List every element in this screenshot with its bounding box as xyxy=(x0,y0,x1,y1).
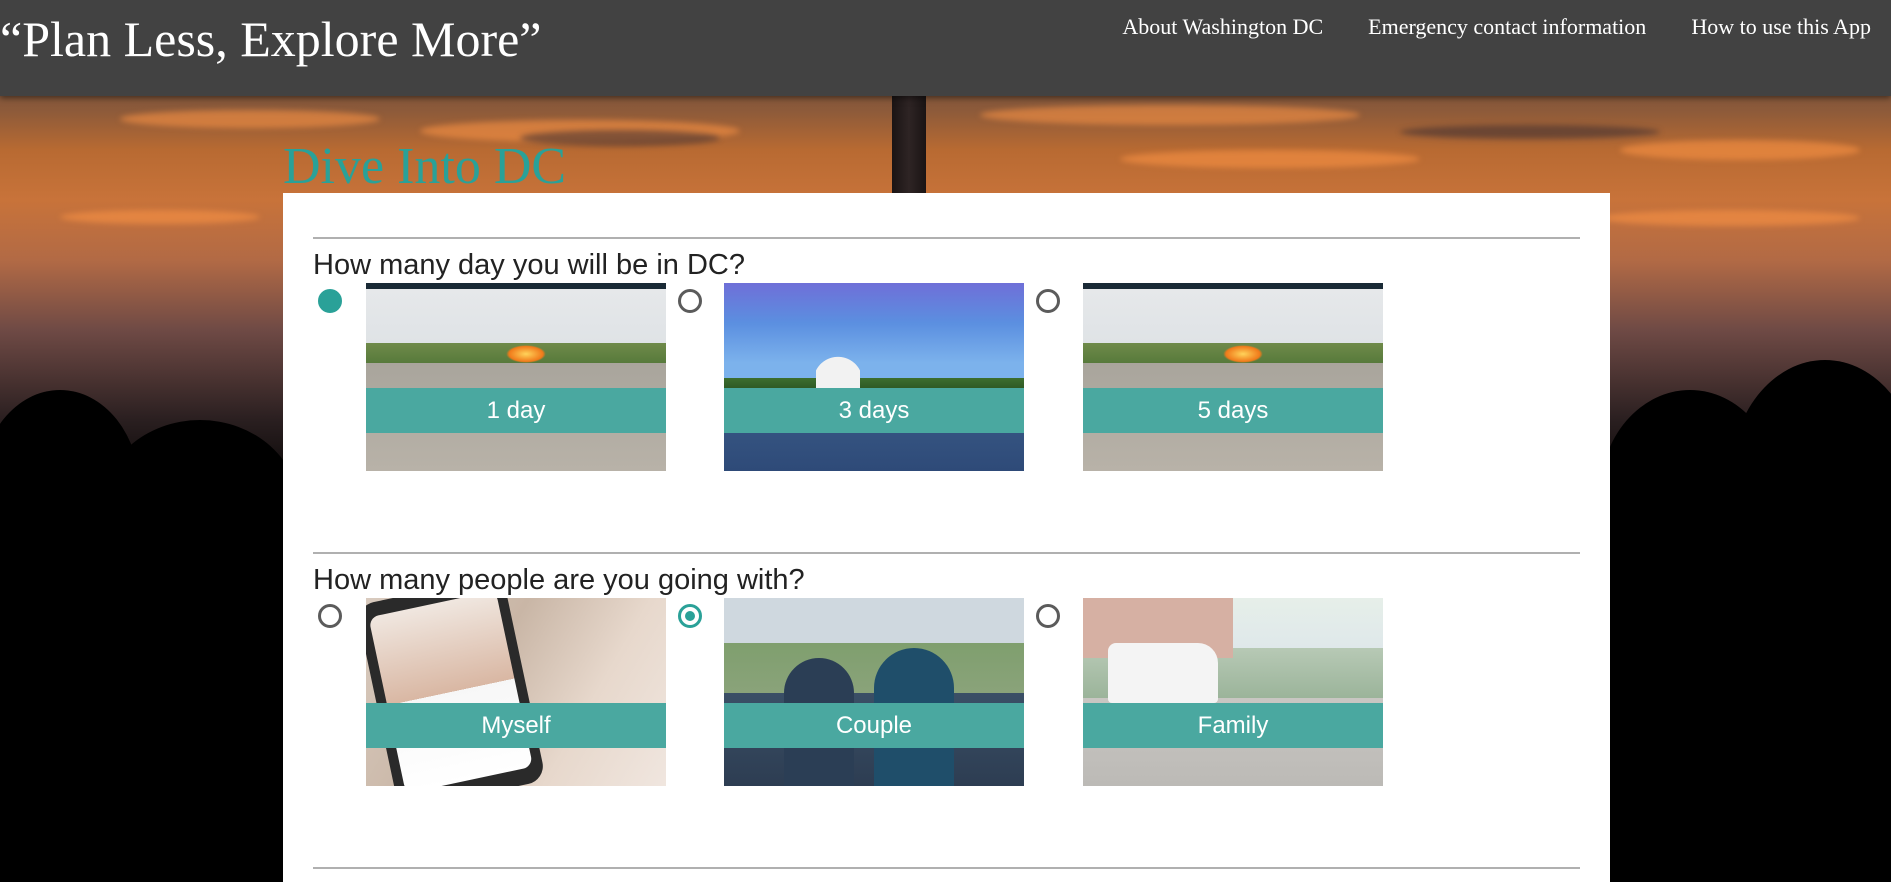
section-divider xyxy=(313,237,1580,239)
radio-5-days[interactable] xyxy=(1036,289,1060,313)
option-label: 3 days xyxy=(724,388,1024,433)
option-family-card[interactable]: Family xyxy=(1083,598,1383,786)
washington-monument xyxy=(892,96,926,206)
radio-family[interactable] xyxy=(1036,604,1060,628)
option-couple-card[interactable]: Couple xyxy=(724,598,1024,786)
nav-how-to-use[interactable]: How to use this App xyxy=(1691,14,1871,40)
section-divider xyxy=(313,552,1580,554)
radio-myself[interactable] xyxy=(318,604,342,628)
main-nav: About Washington DC Emergency contact in… xyxy=(1122,14,1871,40)
option-3-days-card[interactable]: 3 days xyxy=(724,283,1024,471)
page-title: Dive Into DC xyxy=(283,138,567,195)
radio-3-days[interactable] xyxy=(678,289,702,313)
radio-couple[interactable] xyxy=(678,604,702,628)
van-image xyxy=(1108,643,1218,703)
question-people: How many people are you going with? xyxy=(313,564,805,596)
option-myself-card[interactable]: Myself xyxy=(366,598,666,786)
flame-image xyxy=(506,345,546,363)
option-1-day-card[interactable]: 1 day xyxy=(366,283,666,471)
option-label: Myself xyxy=(366,703,666,748)
phone-image xyxy=(366,598,547,786)
flame-image xyxy=(1223,345,1263,363)
top-header: “Plan Less, Explore More” About Washingt… xyxy=(0,0,1891,96)
radio-1-day[interactable] xyxy=(318,289,342,313)
site-brand[interactable]: “Plan Less, Explore More” xyxy=(0,10,542,68)
section-divider xyxy=(313,867,1580,869)
nav-about-dc[interactable]: About Washington DC xyxy=(1122,14,1323,40)
option-label: 1 day xyxy=(366,388,666,433)
questionnaire-card: How many day you will be in DC? 1 day 3 … xyxy=(283,193,1610,882)
option-label: Couple xyxy=(724,703,1024,748)
option-label: 5 days xyxy=(1083,388,1383,433)
option-label: Family xyxy=(1083,703,1383,748)
question-days: How many day you will be in DC? xyxy=(313,249,745,281)
capitol-image xyxy=(816,343,860,391)
nav-emergency-contact[interactable]: Emergency contact information xyxy=(1368,14,1646,40)
option-5-days-card[interactable]: 5 days xyxy=(1083,283,1383,471)
